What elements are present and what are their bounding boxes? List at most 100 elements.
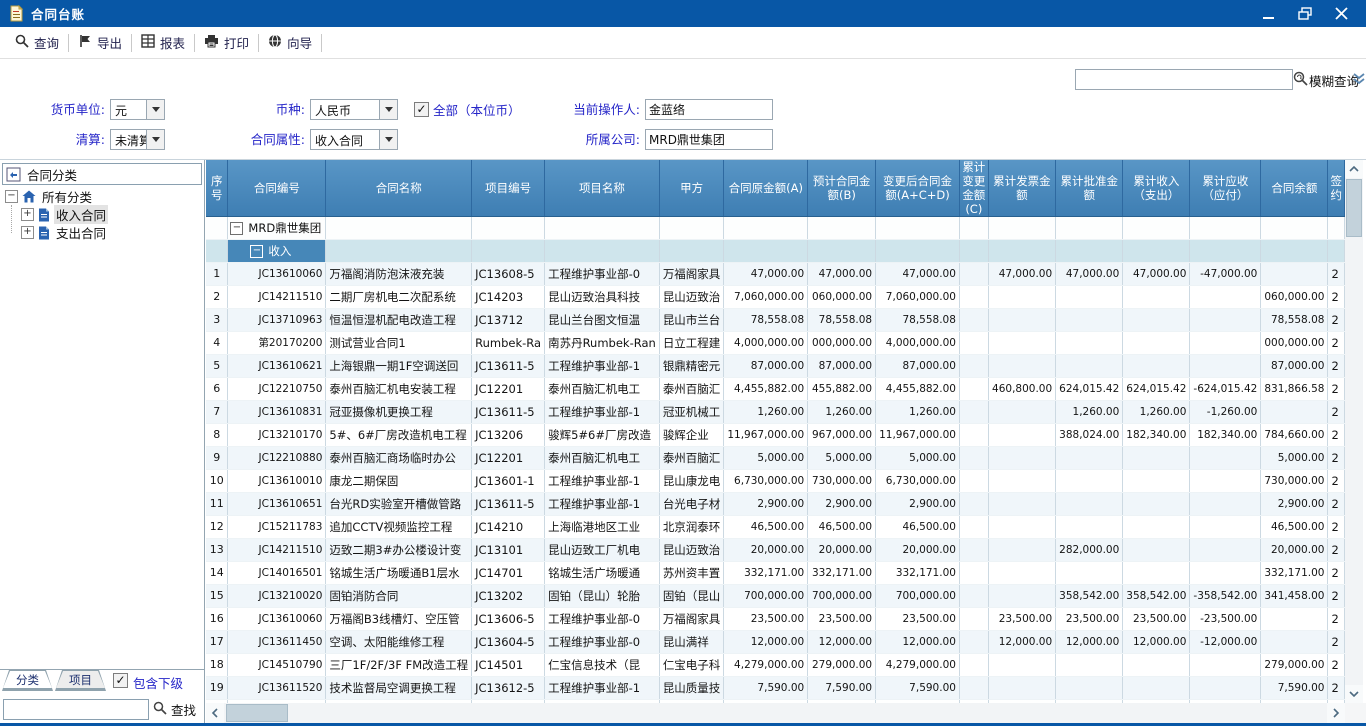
- cell-inv[interactable]: [988, 585, 1055, 608]
- cell-extra[interactable]: 2: [1328, 608, 1345, 631]
- cell-n[interactable]: 10: [206, 470, 228, 493]
- table-row[interactable]: 15JC13210020固铂消防合同JC13202固铂（昆山）轮胎固铂（昆山70…: [206, 585, 1345, 608]
- collapse-icon[interactable]: −: [250, 245, 263, 258]
- cell-income[interactable]: [1123, 355, 1190, 378]
- cell-inv[interactable]: [988, 309, 1055, 332]
- cell-code[interactable]: JC14016501: [228, 562, 326, 585]
- cell-recv[interactable]: [1190, 562, 1261, 585]
- expand-icon[interactable]: +: [21, 226, 34, 239]
- cell-pcode[interactable]: JC13611-5: [472, 401, 545, 424]
- cell-a[interactable]: 332,171.00: [724, 562, 808, 585]
- cell-bal[interactable]: [1261, 401, 1328, 424]
- cell-party[interactable]: 昆山市兰台: [659, 309, 724, 332]
- cell-income[interactable]: [1123, 309, 1190, 332]
- cell-recv[interactable]: -358,542.00: [1190, 585, 1261, 608]
- column-header-recv[interactable]: 累计应收（应付）: [1190, 160, 1261, 217]
- cell-recv[interactable]: [1190, 493, 1261, 516]
- cell-party[interactable]: 万福阁家具: [659, 263, 724, 286]
- cell-bal[interactable]: 78,558.08: [1261, 309, 1328, 332]
- cell-c[interactable]: [959, 516, 988, 539]
- cell-recv[interactable]: [1190, 332, 1261, 355]
- cell-income[interactable]: 23,500.00: [1123, 608, 1190, 631]
- cell-bal[interactable]: 000,000.00: [1261, 332, 1328, 355]
- cell-b[interactable]: 5,000.00: [808, 447, 876, 470]
- table-row[interactable]: 4第20170200测试营业合同1Rumbek-Ra南苏丹Rumbek-Ran日…: [206, 332, 1345, 355]
- cell-inv[interactable]: [988, 355, 1055, 378]
- cell-party[interactable]: 苏州资丰置: [659, 562, 724, 585]
- cell-pname[interactable]: 工程维护事业部-1: [545, 493, 660, 516]
- cell-acd[interactable]: 47,000.00: [876, 263, 960, 286]
- cell-b[interactable]: 1,260.00: [808, 401, 876, 424]
- tab-category[interactable]: 分类: [2, 670, 53, 691]
- cell-party[interactable]: 昆山康龙电: [659, 470, 724, 493]
- group-row-company-cell[interactable]: −MRD鼎世集团: [228, 217, 326, 240]
- cell-income[interactable]: [1123, 562, 1190, 585]
- query-button[interactable]: 查询: [8, 30, 66, 55]
- cell-b[interactable]: 78,558.08: [808, 309, 876, 332]
- find-label[interactable]: 查找: [171, 700, 196, 719]
- table-row[interactable]: 19JC13611520技术监督局空调更换工程JC13612-5工程维护事业部-…: [206, 677, 1345, 700]
- cell-appr[interactable]: [1056, 677, 1123, 700]
- cell-a[interactable]: 47,000.00: [724, 263, 808, 286]
- cell-bal[interactable]: 2,900.00: [1261, 493, 1328, 516]
- table-row[interactable]: 8JC132101705#、6#厂房改造机电工程JC13206骏辉5#6#厂房改…: [206, 424, 1345, 447]
- cell-name[interactable]: 泰州百脑汇商场临时办公: [326, 447, 472, 470]
- table-row[interactable]: 3JC13710963恒温恒湿机配电改造工程JC13712昆山兰台图文恒温昆山市…: [206, 309, 1345, 332]
- cell-extra[interactable]: 2: [1328, 470, 1345, 493]
- cell-appr[interactable]: 358,542.00: [1056, 585, 1123, 608]
- cell-acd[interactable]: 4,279,000.00: [876, 654, 960, 677]
- cell-name[interactable]: 测试营业合同1: [326, 332, 472, 355]
- cell-pcode[interactable]: JC12201: [472, 447, 545, 470]
- include-sub-checkbox[interactable]: ✓: [113, 673, 128, 688]
- cell-pcode[interactable]: JC13604-5: [472, 631, 545, 654]
- cell-pcode[interactable]: JC14203: [472, 286, 545, 309]
- column-header-pname[interactable]: 项目名称: [545, 160, 660, 217]
- cell-bal[interactable]: 279,000.00: [1261, 654, 1328, 677]
- cell-acd[interactable]: 11,967,000.00: [876, 424, 960, 447]
- cell-b[interactable]: 332,171.00: [808, 562, 876, 585]
- cell-c[interactable]: [959, 424, 988, 447]
- cell-acd[interactable]: 12,000.00: [876, 631, 960, 654]
- group-row-income-cell[interactable]: −收入: [228, 240, 326, 263]
- cell-a[interactable]: 4,279,000.00: [724, 654, 808, 677]
- column-header-pcode[interactable]: 项目编号: [472, 160, 545, 217]
- cell-c[interactable]: [959, 309, 988, 332]
- column-header-n[interactable]: 序号: [206, 160, 228, 217]
- cell-acd[interactable]: 7,060,000.00: [876, 286, 960, 309]
- cell-bal[interactable]: 784,660.00: [1261, 424, 1328, 447]
- cell-name[interactable]: 技术监督局空调更换工程: [326, 677, 472, 700]
- scroll-right-icon[interactable]: [1327, 703, 1345, 723]
- cell-b[interactable]: 279,000.00: [808, 654, 876, 677]
- cell-pcode[interactable]: JC13606-5: [472, 608, 545, 631]
- cell-party[interactable]: 万福阁家具: [659, 608, 724, 631]
- cell-acd[interactable]: 2,900.00: [876, 493, 960, 516]
- cell-pname[interactable]: 工程维护事业部-1: [545, 470, 660, 493]
- cell-pcode[interactable]: JC13101: [472, 539, 545, 562]
- cell-pcode[interactable]: Rumbek-Ra: [472, 332, 545, 355]
- cell-c[interactable]: [959, 562, 988, 585]
- cell-pcode[interactable]: JC14501: [472, 654, 545, 677]
- cell-pname[interactable]: 铭城生活广场暖通: [545, 562, 660, 585]
- cell-pcode[interactable]: JC13611-5: [472, 355, 545, 378]
- table-row[interactable]: 10JC13610010康龙二期保固JC13601-1工程维护事业部-1昆山康龙…: [206, 470, 1345, 493]
- cell-recv[interactable]: -47,000.00: [1190, 263, 1261, 286]
- cell-acd[interactable]: 78,558.08: [876, 309, 960, 332]
- cell-b[interactable]: 000,000.00: [808, 332, 876, 355]
- cell-b[interactable]: 455,882.00: [808, 378, 876, 401]
- cell-recv[interactable]: [1190, 677, 1261, 700]
- column-header-income[interactable]: 累计收入（支出）: [1123, 160, 1190, 217]
- cell-income[interactable]: 358,542.00: [1123, 585, 1190, 608]
- cell-code[interactable]: JC13610651: [228, 493, 326, 516]
- cell-code[interactable]: JC13610010: [228, 470, 326, 493]
- cell-n[interactable]: 12: [206, 516, 228, 539]
- cell-extra[interactable]: 2: [1328, 585, 1345, 608]
- cell-a[interactable]: 78,558.08: [724, 309, 808, 332]
- cell-appr[interactable]: [1056, 654, 1123, 677]
- collapse-icon[interactable]: −: [5, 190, 18, 203]
- tree-find-input[interactable]: [3, 699, 149, 720]
- cell-appr[interactable]: [1056, 355, 1123, 378]
- cell-extra[interactable]: 2: [1328, 631, 1345, 654]
- cell-pname[interactable]: 上海临港地区工业: [545, 516, 660, 539]
- horizontal-scrollbar[interactable]: [206, 703, 1345, 723]
- cell-n[interactable]: 5: [206, 355, 228, 378]
